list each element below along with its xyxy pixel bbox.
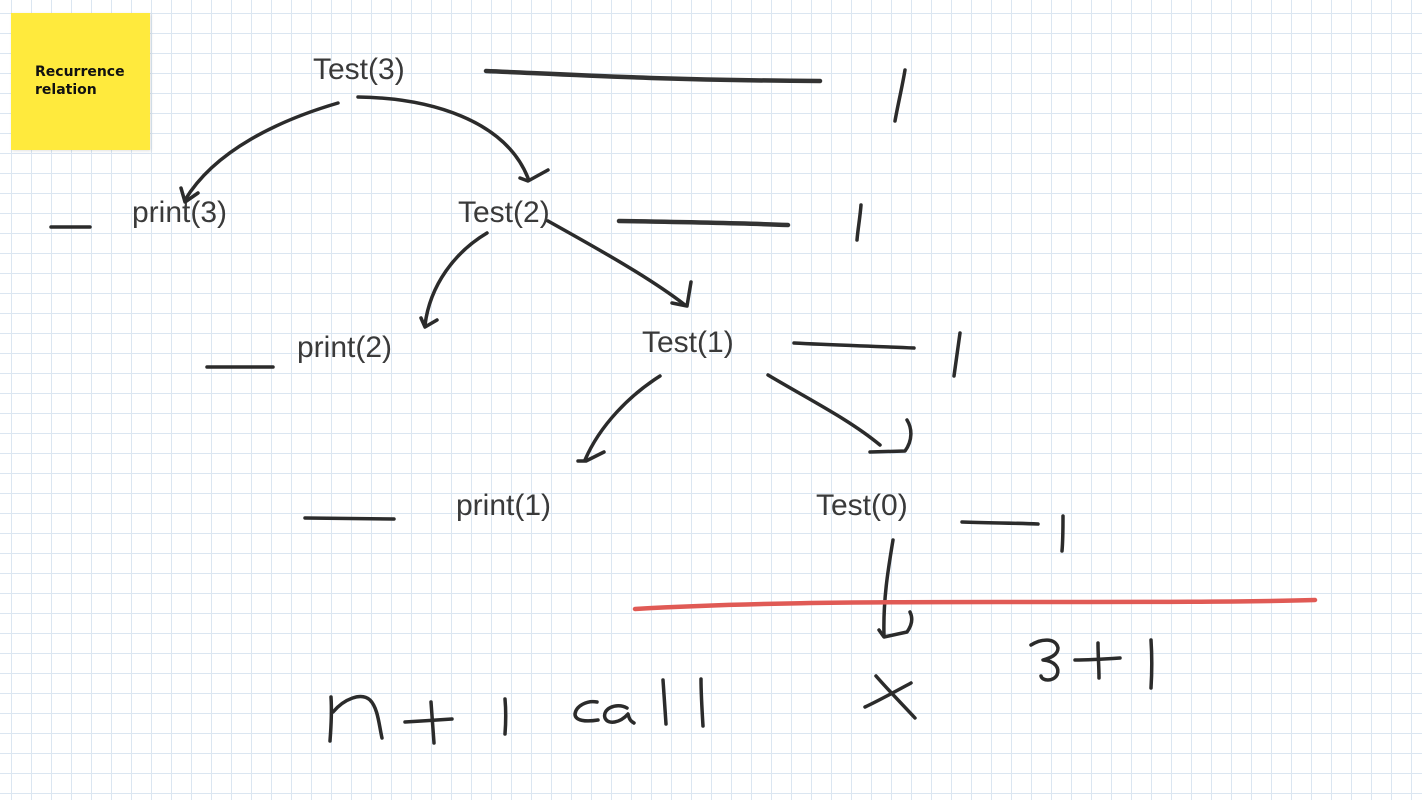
ink-layer xyxy=(49,68,1318,745)
cost-mark-1-c[interactable] xyxy=(952,331,962,378)
total-n-plus-1-call[interactable] xyxy=(328,677,705,745)
cost-mark-1-d[interactable] xyxy=(1060,514,1065,553)
red-separator-line[interactable] xyxy=(632,597,1318,612)
terminal-x-mark[interactable] xyxy=(863,674,917,720)
arrow-test1-to-test0[interactable] xyxy=(766,373,913,454)
sum-3-plus-1[interactable] xyxy=(1029,638,1154,690)
arrow-test2-to-print2[interactable] xyxy=(419,231,489,329)
cost-line-test2[interactable] xyxy=(616,218,791,228)
arrow-test0-to-x[interactable] xyxy=(877,538,914,639)
cost-line-test1[interactable] xyxy=(792,341,916,350)
dash-print1[interactable] xyxy=(303,516,396,521)
whiteboard-canvas[interactable]: Recurrence relation Test(3) print(3) Tes… xyxy=(0,0,1422,800)
arrow-test3-to-print3[interactable] xyxy=(179,101,340,204)
cost-line-test3[interactable] xyxy=(483,68,823,84)
cost-mark-1-b[interactable] xyxy=(855,203,863,242)
arrow-test3-to-test2[interactable] xyxy=(356,95,550,183)
cost-mark-1-a[interactable] xyxy=(893,68,907,123)
arrow-test2-to-test1[interactable] xyxy=(546,219,693,308)
cost-line-test0[interactable] xyxy=(960,520,1040,526)
arrow-test1-to-print1[interactable] xyxy=(576,374,662,463)
